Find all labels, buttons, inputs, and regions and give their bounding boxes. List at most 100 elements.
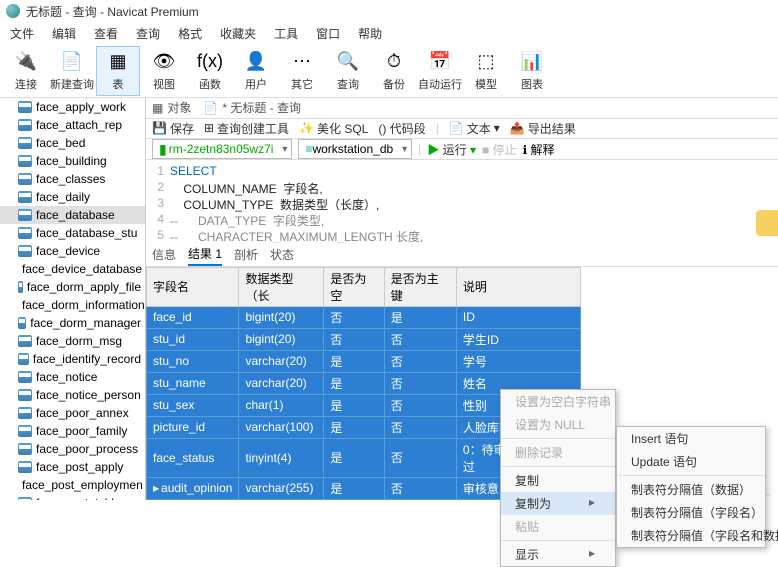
grid-cell[interactable]: varchar(20) bbox=[239, 372, 324, 394]
copy-as-item[interactable]: 复制为 bbox=[501, 492, 615, 515]
tab-objects[interactable]: ▦对象 bbox=[152, 99, 191, 116]
tool-函数[interactable]: f(x)函数 bbox=[188, 46, 232, 96]
grid-cell[interactable]: stu_name bbox=[147, 372, 239, 394]
grid-cell[interactable]: 否 bbox=[384, 416, 456, 438]
tool-自动运行[interactable]: 📅自动运行 bbox=[418, 46, 462, 96]
grid-cell[interactable]: 否 bbox=[324, 306, 384, 328]
table-face_poor_family[interactable]: face_poor_family bbox=[0, 422, 145, 440]
grid-cell[interactable]: varchar(100) bbox=[239, 416, 324, 438]
table-face_apply_work[interactable]: face_apply_work bbox=[0, 98, 145, 116]
table-face_building[interactable]: face_building bbox=[0, 152, 145, 170]
grid-cell[interactable]: face_id bbox=[147, 306, 239, 328]
grid-cell[interactable]: varchar(20) bbox=[239, 350, 324, 372]
grid-cell[interactable]: varchar(255) bbox=[239, 477, 324, 499]
export-button[interactable]: 📤 导出结果 bbox=[510, 120, 576, 137]
table-face_post_table[interactable]: face_post_table bbox=[0, 494, 145, 500]
table-face_post_apply[interactable]: face_post_apply bbox=[0, 458, 145, 476]
grid-cell[interactable]: 是 bbox=[324, 350, 384, 372]
grid-cell[interactable]: 否 bbox=[324, 328, 384, 350]
explain-button[interactable]: ℹ 解释 bbox=[523, 141, 555, 158]
table-face_daily[interactable]: face_daily bbox=[0, 188, 145, 206]
grid-cell[interactable]: tinyint(4) bbox=[239, 438, 324, 477]
grid-cell[interactable]: 学生ID bbox=[456, 328, 580, 350]
tab-profile[interactable]: 剖析 bbox=[234, 246, 258, 263]
tsv-data-item[interactable]: 制表符分隔值（数据） bbox=[617, 478, 765, 501]
sql-editor[interactable]: 1SELECT2 COLUMN_NAME 字段名,3 COLUMN_TYPE 数… bbox=[146, 160, 778, 243]
table-face_poor_annex[interactable]: face_poor_annex bbox=[0, 404, 145, 422]
menu-窗口[interactable]: 窗口 bbox=[312, 23, 344, 44]
tool-图表[interactable]: 📊图表 bbox=[510, 46, 554, 96]
col-header[interactable]: 是否为空 bbox=[324, 267, 384, 306]
table-face_bed[interactable]: face_bed bbox=[0, 134, 145, 152]
table-face_notice[interactable]: face_notice bbox=[0, 368, 145, 386]
menu-格式[interactable]: 格式 bbox=[174, 23, 206, 44]
tool-连接[interactable]: 🔌连接 bbox=[4, 46, 48, 96]
grid-cell[interactable]: 是 bbox=[324, 394, 384, 416]
tool-表[interactable]: ▦表 bbox=[96, 46, 140, 96]
grid-cell[interactable]: 是 bbox=[384, 306, 456, 328]
snippet-button[interactable]: () 代码段 bbox=[378, 120, 425, 137]
table-face_post_employmen[interactable]: face_post_employmen bbox=[0, 476, 145, 494]
col-header[interactable]: 字段名 bbox=[147, 267, 239, 306]
paste-item[interactable]: 粘贴 bbox=[501, 515, 615, 538]
tool-新建查询[interactable]: 📄新建查询 bbox=[50, 46, 94, 96]
tool-用户[interactable]: 👤用户 bbox=[234, 46, 278, 96]
grid-cell[interactable]: face_status bbox=[147, 438, 239, 477]
tab-result[interactable]: 结果 1 bbox=[188, 242, 222, 266]
table-face_dorm_information[interactable]: face_dorm_information bbox=[0, 296, 145, 314]
grid-cell[interactable]: bigint(20) bbox=[239, 328, 324, 350]
server-select[interactable]: ▮rm-2zetn83n05wz7i bbox=[152, 139, 292, 159]
table-face_dorm_msg[interactable]: face_dorm_msg bbox=[0, 332, 145, 350]
menu-文件[interactable]: 文件 bbox=[6, 23, 38, 44]
col-header[interactable]: 说明 bbox=[456, 267, 580, 306]
grid-cell[interactable]: audit_opinion bbox=[147, 477, 239, 499]
menu-帮助[interactable]: 帮助 bbox=[354, 23, 386, 44]
tab-info[interactable]: 信息 bbox=[152, 246, 176, 263]
tab-status[interactable]: 状态 bbox=[270, 246, 294, 263]
grid-cell[interactable]: 否 bbox=[384, 350, 456, 372]
run-button[interactable]: ▶ 运行 ▾ bbox=[427, 141, 476, 158]
grid-cell[interactable]: stu_id bbox=[147, 328, 239, 350]
save-button[interactable]: 💾 保存 bbox=[152, 120, 194, 137]
table-face_dorm_apply_file[interactable]: face_dorm_apply_file bbox=[0, 278, 145, 296]
col-header[interactable]: 是否为主键 bbox=[384, 267, 456, 306]
database-select[interactable]: ≡ workstation_db bbox=[298, 139, 412, 159]
table-face_database[interactable]: face_database bbox=[0, 206, 145, 224]
set-blank-item[interactable]: 设置为空白字符串 bbox=[501, 390, 615, 413]
tool-查询[interactable]: 🔍查询 bbox=[326, 46, 370, 96]
set-null-item[interactable]: 设置为 NULL bbox=[501, 413, 615, 436]
grid-cell[interactable]: 否 bbox=[384, 438, 456, 477]
grid-cell[interactable]: char(1) bbox=[239, 394, 324, 416]
grid-cell[interactable]: ID bbox=[456, 306, 580, 328]
grid-cell[interactable]: 是 bbox=[324, 416, 384, 438]
table-face_identify_record[interactable]: face_identify_record bbox=[0, 350, 145, 368]
grid-cell[interactable]: 是 bbox=[324, 372, 384, 394]
menu-查询[interactable]: 查询 bbox=[132, 23, 164, 44]
menu-查看[interactable]: 查看 bbox=[90, 23, 122, 44]
table-face_notice_person[interactable]: face_notice_person bbox=[0, 386, 145, 404]
copy-item[interactable]: 复制 bbox=[501, 469, 615, 492]
grid-cell[interactable]: bigint(20) bbox=[239, 306, 324, 328]
beautify-button[interactable]: ✨ 美化 SQL bbox=[299, 120, 368, 137]
grid-cell[interactable]: stu_no bbox=[147, 350, 239, 372]
table-face_attach_rep[interactable]: face_attach_rep bbox=[0, 116, 145, 134]
grid-cell[interactable]: 否 bbox=[384, 372, 456, 394]
insert-stmt-item[interactable]: Insert 语句 bbox=[617, 427, 765, 450]
table-face_device[interactable]: face_device bbox=[0, 242, 145, 260]
table-face_database_stu[interactable]: face_database_stu bbox=[0, 224, 145, 242]
tsv-both-item[interactable]: 制表符分隔值（字段名和数据） bbox=[617, 524, 765, 547]
tool-视图[interactable]: 👁视图 bbox=[142, 46, 186, 96]
grid-cell[interactable]: 否 bbox=[384, 328, 456, 350]
text-button[interactable]: 📄 文本 ▾ bbox=[449, 120, 500, 137]
grid-cell[interactable]: 否 bbox=[384, 477, 456, 499]
col-header[interactable]: 数据类型（长 bbox=[239, 267, 324, 306]
table-face_poor_process[interactable]: face_poor_process bbox=[0, 440, 145, 458]
grid-cell[interactable]: 是 bbox=[324, 477, 384, 499]
tsv-fields-item[interactable]: 制表符分隔值（字段名） bbox=[617, 501, 765, 524]
table-face_dorm_manager[interactable]: face_dorm_manager bbox=[0, 314, 145, 332]
menu-编辑[interactable]: 编辑 bbox=[48, 23, 80, 44]
delete-record-item[interactable]: 删除记录 bbox=[501, 441, 615, 464]
grid-cell[interactable]: 学号 bbox=[456, 350, 580, 372]
tool-备份[interactable]: ⏱备份 bbox=[372, 46, 416, 96]
grid-cell[interactable]: picture_id bbox=[147, 416, 239, 438]
